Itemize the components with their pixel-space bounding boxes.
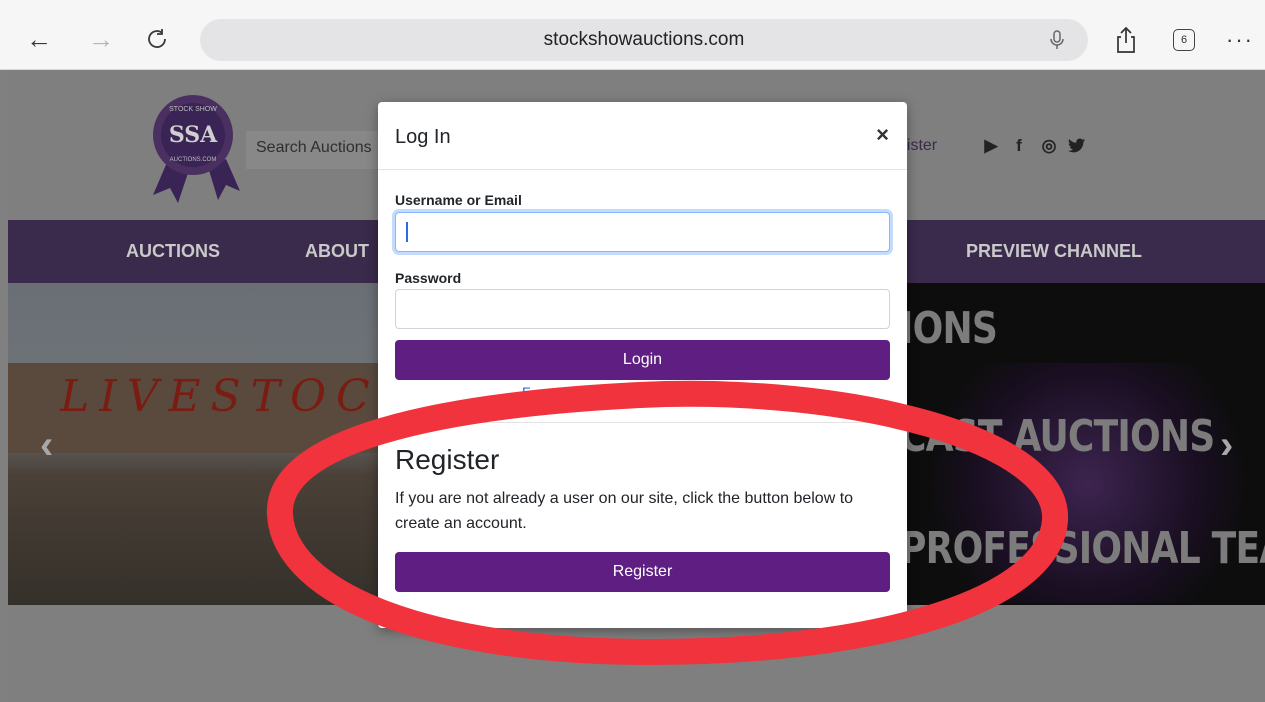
svg-text:STOCK SHOW: STOCK SHOW (169, 106, 217, 113)
tabs-icon[interactable]: 6 (1166, 22, 1202, 58)
password-field[interactable] (395, 289, 890, 329)
register-description: If you are not already a user on our sit… (395, 490, 854, 532)
photo-sign-text: LIVESTOCH (60, 371, 429, 422)
login-button[interactable]: Login (395, 340, 890, 380)
back-icon[interactable]: ← (22, 22, 56, 56)
username-field[interactable] (395, 212, 890, 252)
browser-toolbar: ← → stockshowauctions.com 6 ··· (0, 0, 1265, 70)
instagram-icon[interactable]: ◎ (1038, 135, 1060, 157)
facebook-icon[interactable]: f (1008, 135, 1030, 157)
password-label: Password (395, 270, 462, 286)
text-caret (406, 222, 408, 242)
reload-icon[interactable] (140, 22, 174, 56)
nav-auctions[interactable]: AUCTIONS (126, 241, 220, 262)
nav-preview-channel[interactable]: PREVIEW CHANNEL (966, 241, 1142, 262)
tab-count: 6 (1173, 29, 1195, 51)
login-modal: Log In × Username or Email Password Logi… (378, 102, 907, 628)
register-heading: Register (395, 444, 500, 475)
livestock-photo: LIVESTOCH (8, 283, 418, 605)
hero-line-2: CAST AUCTIONS (900, 411, 1215, 462)
youtube-icon[interactable]: ▶ (980, 135, 1002, 157)
auction-search-input[interactable]: Search Auctions (246, 131, 396, 169)
nav-about[interactable]: ABOUT (305, 241, 369, 262)
carousel-next-icon[interactable]: › (1220, 423, 1233, 468)
share-icon[interactable] (1108, 22, 1144, 58)
ssa-logo[interactable]: SSA STOCK SHOW AUCTIONS.COM (138, 85, 248, 205)
forward-icon[interactable]: → (84, 22, 118, 56)
url-text: stockshowauctions.com (543, 29, 745, 50)
twitter-icon[interactable] (1066, 135, 1088, 157)
register-divider (378, 422, 907, 423)
username-label: Username or Email (395, 192, 522, 208)
modal-title: Log In (395, 126, 451, 148)
carousel-prev-icon[interactable]: ‹ (40, 423, 53, 468)
more-icon[interactable]: ··· (1222, 22, 1258, 58)
close-icon[interactable]: × (876, 122, 889, 148)
register-button[interactable]: Register (395, 552, 890, 592)
forgot-password-link[interactable]: F (522, 384, 531, 400)
microphone-icon[interactable] (1044, 27, 1070, 53)
address-bar[interactable]: stockshowauctions.com (200, 19, 1088, 61)
svg-text:AUCTIONS.COM: AUCTIONS.COM (170, 157, 217, 163)
svg-text:SSA: SSA (169, 122, 218, 148)
modal-header-divider (378, 169, 907, 170)
hero-line-3: PROFESSIONAL TEAM (900, 523, 1265, 574)
hero-line-1: IONS (900, 303, 998, 354)
